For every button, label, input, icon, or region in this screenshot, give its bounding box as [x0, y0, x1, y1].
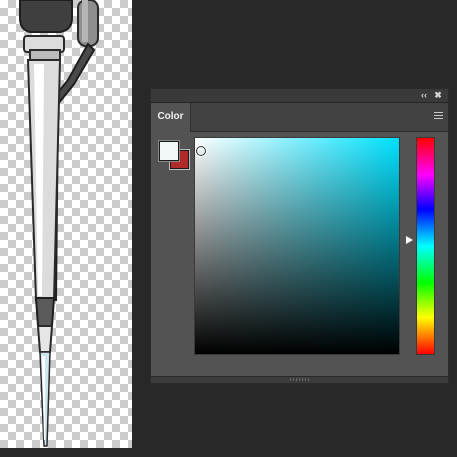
- menu-line: [434, 115, 443, 116]
- hue-slider-handle[interactable]: [406, 236, 413, 244]
- foreground-color-swatch[interactable]: [158, 140, 180, 162]
- color-panel: ‹‹ ✖ Color: [150, 88, 449, 384]
- color-saturation-field[interactable]: [194, 137, 400, 355]
- close-icon[interactable]: ✖: [432, 89, 444, 102]
- document-canvas[interactable]: [0, 0, 132, 448]
- workspace: ‹‹ ✖ Color: [0, 0, 457, 457]
- menu-line: [434, 112, 443, 113]
- double-chevron-left-icon[interactable]: ‹‹: [418, 89, 430, 102]
- color-picker-ring-icon[interactable]: [196, 146, 206, 156]
- panel-footer: [151, 376, 448, 383]
- resize-grip-icon[interactable]: [290, 378, 310, 381]
- hue-slider[interactable]: [416, 137, 435, 355]
- menu-line: [434, 118, 443, 119]
- panel-tab-row: Color: [151, 103, 448, 132]
- pipette-illustration: [19, 0, 99, 447]
- panel-titlebar[interactable]: ‹‹ ✖: [151, 89, 448, 103]
- tab-color[interactable]: Color: [151, 103, 191, 132]
- panel-menu-icon[interactable]: [434, 112, 443, 121]
